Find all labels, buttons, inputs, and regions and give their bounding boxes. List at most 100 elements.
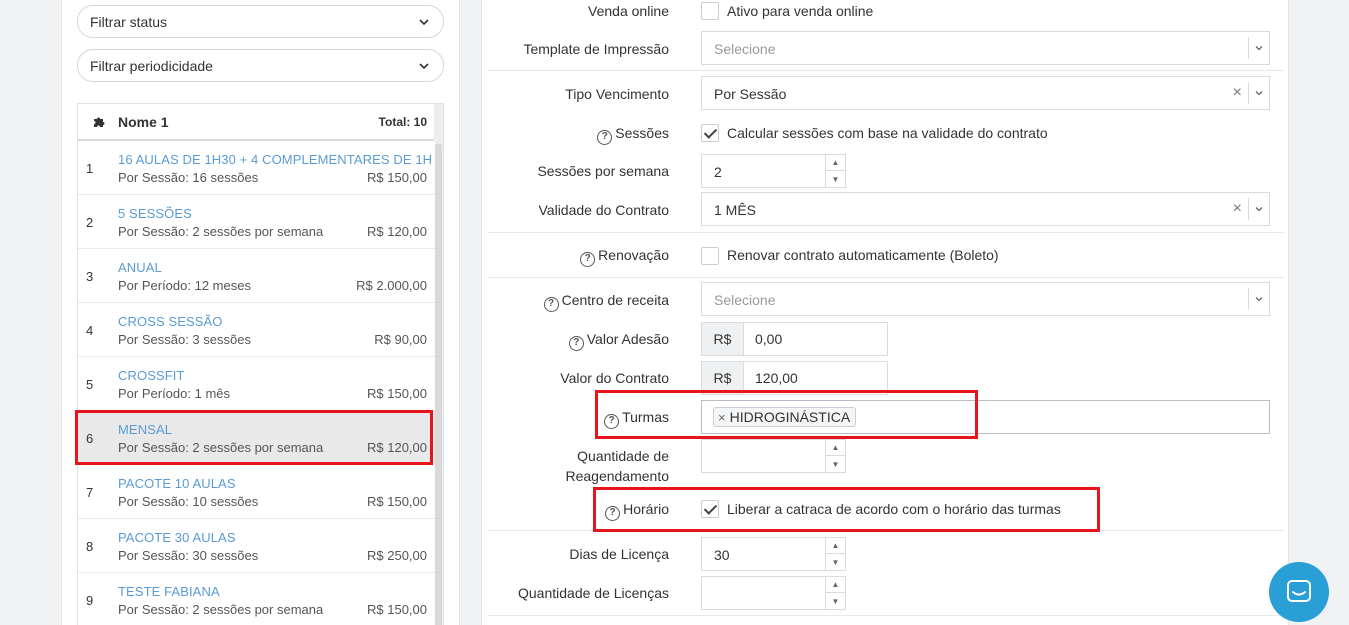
plan-price: R$ 120,00 [367,440,427,455]
decrement-icon[interactable]: ▼ [826,171,845,187]
template-label: Template de Impressão [523,41,669,57]
increment-icon[interactable]: ▲ [826,538,845,554]
validade-select[interactable]: 1 MÊS × [701,192,1270,226]
help-icon[interactable]: ? [580,252,596,267]
column-name-header[interactable]: Nome 1 [118,114,379,130]
plan-title[interactable]: PACOTE 30 AULAS [118,530,236,545]
increment-icon[interactable]: ▲ [826,577,845,593]
valor-contrato-input[interactable]: R$ 120,00 [701,361,888,395]
valor-contrato-label: Valor do Contrato [560,370,669,386]
plan-title[interactable]: CROSSFIT [118,368,185,383]
periodicity-filter-label: Filtrar periodicidade [90,57,213,74]
plan-price: R$ 150,00 [367,170,427,185]
row-index: 5 [86,377,94,392]
plan-detail: Por Sessão: 2 sessões por semana [118,440,324,455]
plan-title[interactable]: MENSAL [118,422,172,437]
currency-prefix: R$ [702,362,744,394]
valor-adesao-input[interactable]: R$ 0,00 [701,322,888,356]
centro-receita-select[interactable]: Selecione [701,282,1270,316]
periodicity-filter[interactable]: Filtrar periodicidade [77,49,444,82]
plan-price: R$ 2.000,00 [356,278,427,293]
sessoes-label: ? Sessões [597,125,669,145]
row-index: 4 [86,323,94,338]
plan-title[interactable]: 5 SESSÕES [118,206,192,221]
valor-contrato-value: 120,00 [755,370,798,386]
status-filter[interactable]: Filtrar status [77,5,444,38]
plan-title[interactable]: PACOTE 10 AULAS [118,476,236,491]
list-item[interactable]: 1 16 AULAS DE 1H30 + 4 COMPLEMENTARES DE … [78,141,435,195]
list-item[interactable]: 5 CROSSFIT Por Período: 1 mês R$ 150,00 [78,357,435,411]
list-scrollbar[interactable] [434,104,443,625]
tipo-vencimento-select[interactable]: Por Sessão × [701,76,1270,110]
clear-icon[interactable]: × [1233,84,1242,102]
list-item[interactable]: 4 CROSS SESSÃO Por Sessão: 3 sessões R$ 90,… [78,303,435,357]
turmas-multiselect[interactable]: × HIDROGINÁSTICA [701,400,1270,434]
horario-text: Liberar a catraca de acordo com o horári… [727,501,1061,517]
help-icon[interactable]: ? [543,297,559,312]
venda-online-checkbox[interactable] [701,2,719,20]
qtd-licencas-label: Quantidade de Licenças [518,585,669,601]
plan-detail: Por Sessão: 10 sessões [118,494,259,509]
dias-licenca-value: 30 [714,547,730,563]
increment-icon[interactable]: ▲ [826,440,845,456]
list-item[interactable]: 2 5 SESSÕES Por Sessão: 2 sessões por sema… [78,195,435,249]
currency-prefix: R$ [702,323,744,355]
list-item[interactable]: 3 ANUAL Por Período: 12 meses R$ 2.000,00 [78,249,435,303]
help-icon[interactable]: ? [605,506,621,521]
validade-value: 1 MÊS [714,202,757,218]
plans-list: Nome 1 Total: 10 1 16 AULAS DE 1H30 + 4 C… [77,103,444,625]
clear-icon[interactable]: × [1233,200,1242,218]
reagendamento-label: Quantidade de Reagendamento [565,446,669,486]
chevron-down-icon [419,62,429,69]
plan-detail: Por Sessão: 3 sessões [118,332,251,347]
decrement-icon[interactable]: ▼ [826,456,845,472]
renovacao-checkbox[interactable] [701,247,719,265]
dias-licenca-label: Dias de Licença [569,546,669,562]
template-placeholder: Selecione [714,41,776,57]
plan-detail: Por Sessão: 2 sessões por semana [118,224,324,239]
help-icon[interactable]: ? [568,336,584,351]
plan-price: R$ 90,00 [374,332,427,347]
centro-receita-label-text: Centro de receita [561,292,669,308]
plan-title[interactable]: TESTE FABIANA [118,584,220,599]
puzzle-icon[interactable] [78,115,118,128]
list-header: Nome 1 Total: 10 [78,104,443,141]
valor-adesao-label: ? Valor Adesão [568,331,669,351]
list-item[interactable]: 9 TESTE FABIANA Por Sessão: 2 sessões por … [78,573,435,625]
scrollbar-thumb[interactable] [435,144,442,625]
decrement-icon[interactable]: ▼ [826,593,845,609]
reagendamento-stepper[interactable]: ▲ ▼ [701,439,846,473]
decrement-icon[interactable]: ▼ [826,554,845,570]
sessoes-text: Calcular sessões com base na validade do… [727,125,1048,141]
sessoes-semana-label: Sessões por semana [537,163,669,179]
dias-licenca-stepper[interactable]: 30 ▲ ▼ [701,537,846,571]
select-separator [1248,288,1249,310]
template-select[interactable]: Selecione [701,31,1270,65]
help-icon[interactable]: ? [597,130,613,145]
centro-receita-placeholder: Selecione [714,292,776,308]
plan-title[interactable]: CROSS SESSÃO [118,314,223,329]
sessoes-checkbox[interactable] [701,124,719,142]
plan-price: R$ 150,00 [367,494,427,509]
list-item-selected[interactable]: 6 MENSAL Por Sessão: 2 sessões por semana R… [78,411,435,465]
increment-icon[interactable]: ▲ [826,155,845,171]
row-index: 8 [86,539,94,554]
horario-checkbox[interactable] [701,500,719,518]
total-count: Total: 10 [378,114,427,129]
list-item[interactable]: 7 PACOTE 10 AULAS Por Sessão: 10 sessões R$… [78,465,435,519]
list-item[interactable]: 8 PACOTE 30 AULAS Por Sessão: 30 sessões R$… [78,519,435,573]
plan-price: R$ 120,00 [367,224,427,239]
plan-title[interactable]: 16 AULAS DE 1H30 + 4 COMPLEMENTARES DE 1… [118,152,432,167]
chat-button[interactable] [1269,562,1329,622]
chevron-down-icon [1255,91,1263,96]
qtd-licencas-stepper[interactable]: ▲ ▼ [701,576,846,610]
venda-online-text: Ativo para venda online [727,3,874,19]
remove-tag-icon[interactable]: × [718,410,726,425]
chat-icon [1287,580,1311,602]
plan-price: R$ 250,00 [367,548,427,563]
reagendamento-label-line2: Reagendamento [565,468,669,484]
help-icon[interactable]: ? [604,414,620,429]
plan-title[interactable]: ANUAL [118,260,162,275]
reagendamento-label-line1: Quantidade de [577,448,669,464]
sessoes-semana-stepper[interactable]: 2 ▲ ▼ [701,154,846,188]
